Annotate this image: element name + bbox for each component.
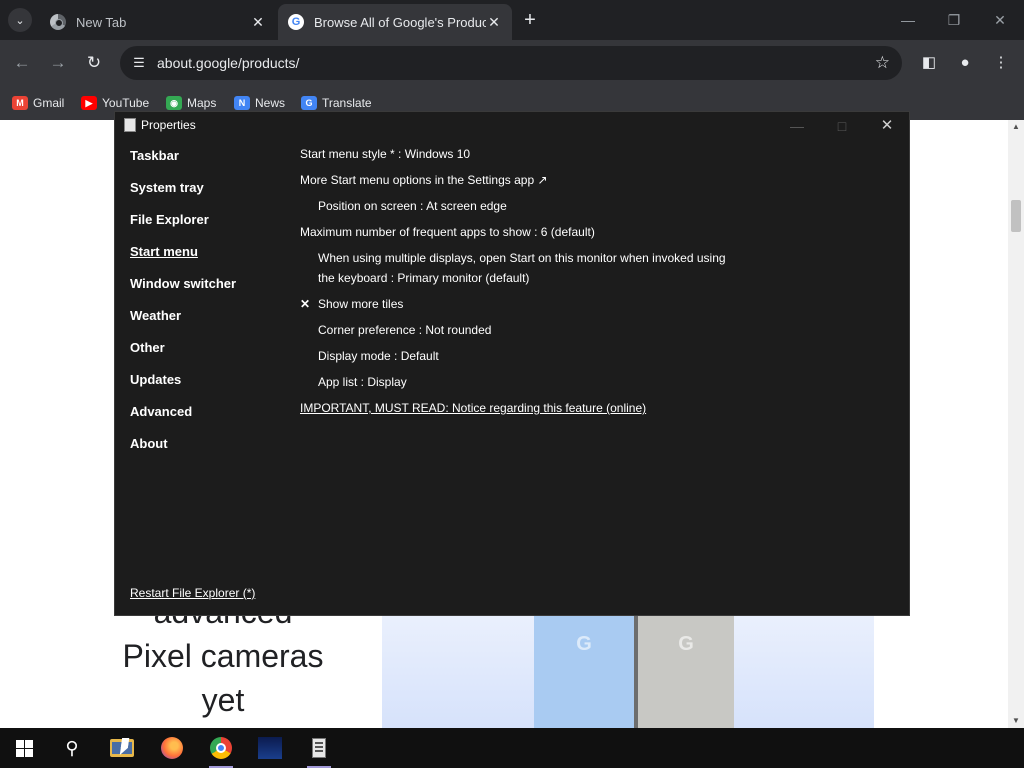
setting-more-options-link[interactable]: More Start menu options in the Settings … <box>300 170 548 190</box>
pixel-phone-gray: G <box>634 615 734 728</box>
tab-close-icon[interactable]: ✕ <box>250 14 266 30</box>
dialog-title: Properties <box>141 118 196 132</box>
scroll-up-icon[interactable]: ▲ <box>1008 120 1024 134</box>
setting-start-menu-style[interactable]: Start menu style * : Windows 10 <box>300 144 470 164</box>
properties-app-icon <box>124 118 136 132</box>
profile-icon[interactable]: ● <box>954 52 976 74</box>
taskbar: ⚲ <box>0 728 1024 768</box>
bookmark-star-icon[interactable]: ☆ <box>875 53 890 73</box>
tab-google-products[interactable]: G Browse All of Google's Products ✕ <box>278 4 512 40</box>
gmail-icon: M <box>12 96 28 110</box>
back-arrow-icon[interactable]: ← <box>11 52 33 74</box>
sidebar-item-taskbar[interactable]: Taskbar <box>130 146 290 178</box>
url-text[interactable]: about.google/products/ <box>157 55 299 71</box>
news-icon: N <box>234 96 250 110</box>
side-panel-icon[interactable]: ◧ <box>918 52 940 74</box>
new-tab-button[interactable]: + <box>520 10 540 30</box>
tab-close-icon[interactable]: ✕ <box>486 14 502 30</box>
page-scrollbar[interactable]: ▲ ▼ <box>1008 120 1024 728</box>
windows-logo-icon <box>15 739 33 757</box>
sidebar-item-start-menu[interactable]: Start menu <box>130 242 290 274</box>
scroll-thumb[interactable] <box>1011 200 1021 232</box>
chrome-button[interactable] <box>197 728 245 768</box>
hero-line: yet <box>201 682 245 718</box>
properties-dialog: Properties — □ ✕ Taskbar System tray Fil… <box>114 111 910 616</box>
start-button[interactable] <box>0 728 48 768</box>
translate-icon: G <box>301 96 317 110</box>
setting-position-on-screen[interactable]: Position on screen : At screen edge <box>318 196 507 216</box>
checkmark-x-icon: ✕ <box>300 297 311 311</box>
properties-button[interactable] <box>295 728 343 768</box>
google-logo: G <box>678 633 694 655</box>
dialog-maximize-icon[interactable]: □ <box>832 116 852 136</box>
pixel-phone-blue: G <box>534 615 634 728</box>
bookmark-gmail[interactable]: M Gmail <box>12 92 64 114</box>
restore-icon[interactable]: ❐ <box>944 10 964 30</box>
tab-strip: ⌄ New Tab ✕ G Browse All of Google's Pro… <box>0 0 1024 40</box>
chrome-icon <box>210 737 232 759</box>
minimize-icon[interactable]: — <box>898 10 918 30</box>
firefox-icon <box>161 737 183 759</box>
google-logo: G <box>576 633 592 655</box>
address-bar[interactable]: ☰ about.google/products/ ☆ <box>120 46 902 80</box>
setting-app-list[interactable]: App list : Display <box>318 372 407 392</box>
bookmark-label: YouTube <box>102 96 150 110</box>
restart-file-explorer-link[interactable]: Restart File Explorer (*) <box>130 586 255 600</box>
sidebar-item-weather[interactable]: Weather <box>130 306 290 338</box>
hero-line: Pixel cameras <box>122 638 324 674</box>
setting-label: Show more tiles <box>318 297 404 311</box>
dialog-close-icon[interactable]: ✕ <box>877 116 897 136</box>
sidebar-item-system-tray[interactable]: System tray <box>130 178 290 210</box>
browser-toolbar: ← → ↻ ☰ about.google/products/ ☆ ◧ ● ⋮ <box>0 40 1024 86</box>
google-icon: G <box>288 14 304 30</box>
setting-corner-preference[interactable]: Corner preference : Not rounded <box>318 320 491 340</box>
reload-icon[interactable]: ↻ <box>83 52 105 74</box>
firefox-button[interactable] <box>148 728 196 768</box>
bookmark-label: News <box>255 96 286 110</box>
sidebar-item-about[interactable]: About <box>130 434 290 466</box>
setting-max-frequent-apps[interactable]: Maximum number of frequent apps to show … <box>300 222 595 242</box>
chrome-icon <box>50 14 66 30</box>
sidebar-item-file-explorer[interactable]: File Explorer <box>130 210 290 242</box>
properties-app-icon <box>312 738 326 758</box>
tab-new-tab[interactable]: New Tab ✕ <box>40 4 276 40</box>
sidebar-item-advanced[interactable]: Advanced <box>130 402 290 434</box>
search-icon[interactable]: ⚲ <box>48 728 96 768</box>
bookmark-label: Gmail <box>33 96 65 110</box>
setting-display-mode[interactable]: Display mode : Default <box>318 346 439 366</box>
tab-title: New Tab <box>76 14 127 30</box>
sidebar-item-updates[interactable]: Updates <box>130 370 290 402</box>
dialog-minimize-icon[interactable]: — <box>787 116 807 136</box>
dialog-titlebar[interactable]: Properties — □ ✕ <box>115 112 909 140</box>
setting-multi-display[interactable]: When using multiple displays, open Start… <box>318 248 738 288</box>
sidebar-item-other[interactable]: Other <box>130 338 290 370</box>
important-notice-link[interactable]: IMPORTANT, MUST READ: Notice regarding t… <box>300 398 646 418</box>
disney-plus-icon <box>258 737 282 759</box>
forward-arrow-icon[interactable]: → <box>47 52 69 74</box>
settings-sidebar: Taskbar System tray File Explorer Start … <box>130 146 290 466</box>
tab-title: Browse All of Google's Products <box>314 14 486 30</box>
bookmark-label: Translate <box>322 96 372 110</box>
setting-show-more-tiles[interactable]: ✕ Show more tiles <box>300 294 403 314</box>
site-settings-icon[interactable]: ☰ <box>130 54 148 72</box>
disney-plus-button[interactable] <box>246 728 294 768</box>
bookmark-label: Maps <box>187 96 217 110</box>
menu-kebab-icon[interactable]: ⋮ <box>990 52 1012 74</box>
tab-search-chevron-icon[interactable]: ⌄ <box>8 8 32 32</box>
scroll-down-icon[interactable]: ▼ <box>1008 714 1024 728</box>
close-window-icon[interactable]: ✕ <box>990 10 1010 30</box>
maps-icon: ◉ <box>166 96 182 110</box>
youtube-icon: ▶ <box>81 96 97 110</box>
sidebar-item-window-switcher[interactable]: Window switcher <box>130 274 290 306</box>
